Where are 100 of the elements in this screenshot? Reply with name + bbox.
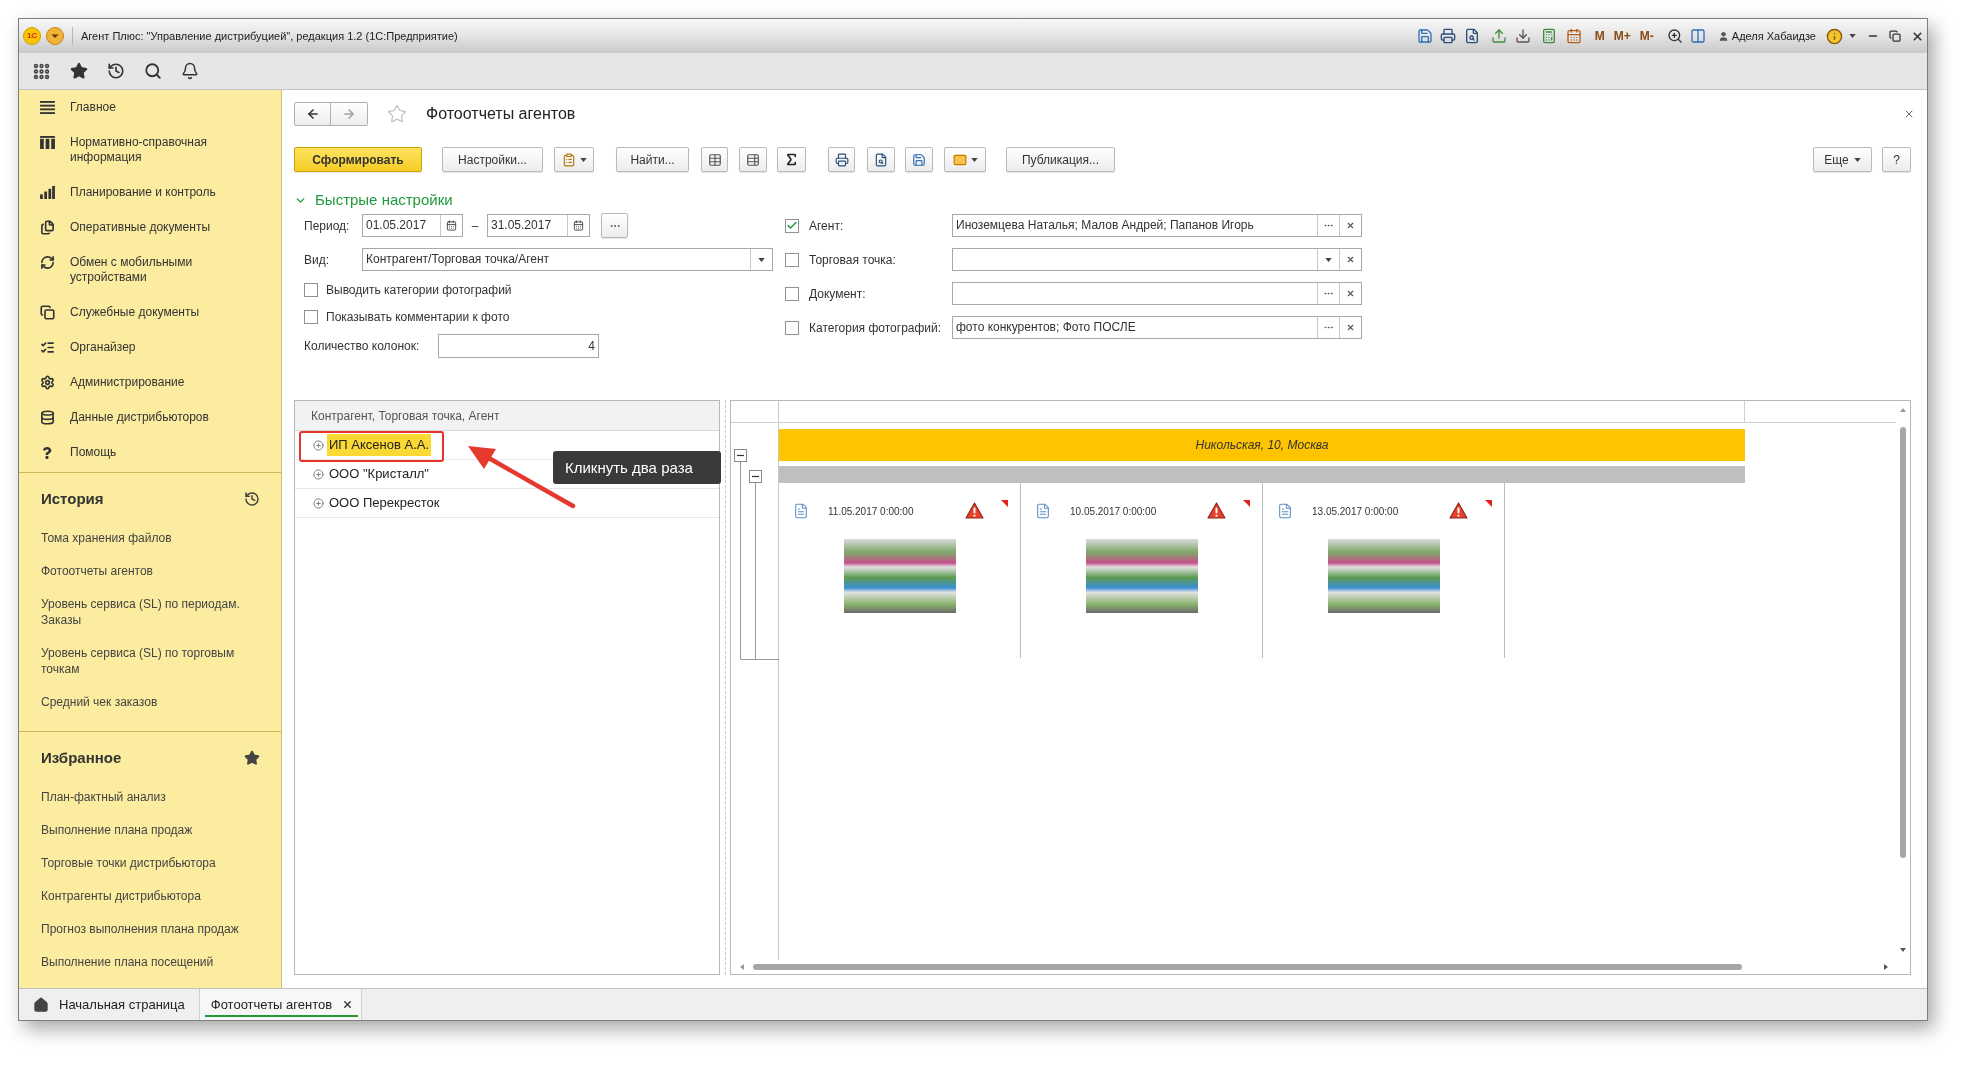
checkbox[interactable]: [785, 252, 799, 267]
nav-section-item[interactable]: Планирование и контроль: [39, 185, 216, 200]
nav-section-item[interactable]: Оперативные документы: [39, 220, 211, 235]
page-tab[interactable]: Начальная страница: [19, 989, 200, 1020]
quick-settings-toggle[interactable]: Быстрые настройки: [294, 188, 453, 212]
close-icon[interactable]: [342, 999, 354, 1010]
choice-field[interactable]: [952, 282, 1362, 305]
sum-button[interactable]: [777, 147, 806, 172]
document-icon[interactable]: [1277, 503, 1293, 519]
sidebar-link[interactable]: Прогноз выполнения плана продаж: [41, 920, 239, 937]
user-name[interactable]: Аделя Хабаидзе: [1731, 27, 1816, 45]
nav-section-item[interactable]: Помощь: [39, 445, 117, 460]
publish-button[interactable]: Публикация...: [1006, 147, 1115, 172]
scroll-right-icon[interactable]: [1884, 964, 1888, 970]
sidebar-link[interactable]: Выполнение плана продаж: [41, 821, 193, 838]
checkbox[interactable]: [785, 286, 799, 301]
checkbox[interactable]: [304, 310, 318, 324]
more-button[interactable]: Еще: [1813, 147, 1872, 172]
bell-icon[interactable]: [181, 62, 199, 80]
scrollbar-thumb[interactable]: [1900, 427, 1906, 858]
calendar-icon[interactable]: [1565, 28, 1582, 44]
sidebar-link[interactable]: Уровень сервиса (SL) по периодам. Заказы: [41, 595, 273, 628]
caret-icon[interactable]: [1849, 34, 1856, 38]
scroll-down-icon[interactable]: [1900, 948, 1906, 952]
choice-field[interactable]: фото конкурентов; Фото ПОСЛЕ: [952, 316, 1362, 339]
history-icon[interactable]: [244, 491, 260, 507]
memory-button[interactable]: M+: [1613, 30, 1631, 42]
expand-icon[interactable]: [313, 468, 324, 480]
tree-row-label[interactable]: ООО "Кристалл": [327, 463, 431, 485]
sidebar-link[interactable]: Средний чек заказов: [41, 693, 158, 710]
checkbox[interactable]: [785, 218, 799, 233]
save-icon[interactable]: [1416, 28, 1433, 44]
tree-row-label[interactable]: ИП Аксенов А.А.: [327, 434, 432, 456]
sidebar-link[interactable]: Фотоотчеты агентов: [41, 562, 153, 579]
date-field[interactable]: 31.05.2017: [487, 214, 590, 237]
search-icon[interactable]: [144, 62, 162, 80]
scrollbar-thumb[interactable]: [753, 964, 1742, 970]
document-icon[interactable]: [1035, 503, 1051, 519]
expand-icon[interactable]: [313, 439, 324, 451]
nav-section-item[interactable]: Органайзер: [39, 340, 136, 355]
number-field[interactable]: 4: [438, 334, 599, 358]
print-preview-icon[interactable]: [1463, 28, 1480, 44]
page-tab[interactable]: Фотоотчеты агентов: [199, 989, 363, 1020]
printer-icon[interactable]: [1439, 28, 1456, 44]
document-icon[interactable]: [793, 503, 809, 519]
mail-menu-button[interactable]: [944, 147, 986, 172]
sidebar-link[interactable]: План-фактный анализ: [41, 788, 166, 805]
scroll-up-icon[interactable]: [1900, 408, 1906, 412]
nav-section-item[interactable]: Обмен с мобильными устройствами: [39, 255, 248, 285]
date-field[interactable]: 01.05.2017: [362, 214, 463, 237]
table-button[interactable]: [701, 147, 728, 172]
expand-icon[interactable]: [313, 497, 324, 509]
memory-button[interactable]: M: [1594, 30, 1605, 42]
restore-icon[interactable]: [1889, 30, 1901, 42]
sidebar-link[interactable]: Тома хранения файлов: [41, 529, 172, 546]
close-icon[interactable]: [1911, 29, 1924, 43]
checkmark-icon: [786, 219, 798, 232]
tree-row-label[interactable]: ООО Перекресток: [327, 492, 442, 514]
dropdown-caret-icon[interactable]: [46, 27, 64, 45]
history-icon[interactable]: [107, 62, 125, 80]
info-icon[interactable]: [1826, 27, 1843, 45]
upload-icon[interactable]: [1490, 28, 1507, 44]
collapse-icon[interactable]: [749, 470, 762, 483]
generate-button[interactable]: Сформировать: [294, 147, 422, 172]
clipboard-menu-button[interactable]: [554, 147, 594, 172]
scroll-left-icon[interactable]: [740, 964, 744, 970]
print-button[interactable]: [828, 147, 855, 172]
back-button[interactable]: [294, 102, 331, 126]
calculator-icon[interactable]: [1540, 28, 1557, 44]
star-icon[interactable]: [244, 750, 260, 766]
choice-field[interactable]: Иноземцева Наталья; Малов Андрей; Папанов Игорь: [952, 214, 1362, 237]
checkbox[interactable]: [785, 320, 799, 335]
dropdown-field[interactable]: Контрагент/Торговая точка/Агент: [362, 248, 773, 271]
settings-button[interactable]: Настройки...: [442, 147, 543, 172]
star-icon[interactable]: [70, 62, 88, 80]
help-button[interactable]: ?: [1882, 147, 1911, 172]
nav-section-item[interactable]: Служебные документы: [39, 305, 200, 320]
sidebar-link[interactable]: Торговые точки дистрибьютора: [41, 854, 216, 871]
nav-section-item[interactable]: Главное: [39, 100, 116, 115]
database-icon: [39, 410, 55, 425]
nav-section-item[interactable]: Нормативно-справочная информация: [39, 135, 248, 165]
table-settings-button[interactable]: [739, 147, 767, 172]
sidebar-link[interactable]: Выполнение плана посещений: [41, 953, 214, 970]
apps-grid-icon[interactable]: [32, 61, 51, 81]
nav-section-item[interactable]: Данные дистрибьюторов: [39, 410, 209, 425]
dropdown-field[interactable]: [952, 248, 1362, 271]
collapse-icon[interactable]: [734, 449, 747, 462]
columns-icon[interactable]: [1689, 28, 1706, 44]
star-icon[interactable]: [387, 104, 407, 124]
preview-button[interactable]: [867, 147, 895, 172]
find-button[interactable]: Найти...: [616, 147, 689, 172]
zoom-in-icon[interactable]: [1666, 28, 1683, 44]
nav-section-item[interactable]: Администрирование: [39, 375, 185, 390]
sidebar-link[interactable]: Контрагенты дистрибьютора: [41, 887, 201, 904]
memory-button[interactable]: M-: [1639, 30, 1654, 42]
save-button[interactable]: [905, 147, 933, 172]
checkbox[interactable]: [304, 283, 318, 297]
close-icon[interactable]: [1903, 108, 1915, 120]
download-icon[interactable]: [1514, 28, 1531, 44]
sidebar-link[interactable]: Уровень сервиса (SL) по торговым точкам: [41, 644, 273, 677]
